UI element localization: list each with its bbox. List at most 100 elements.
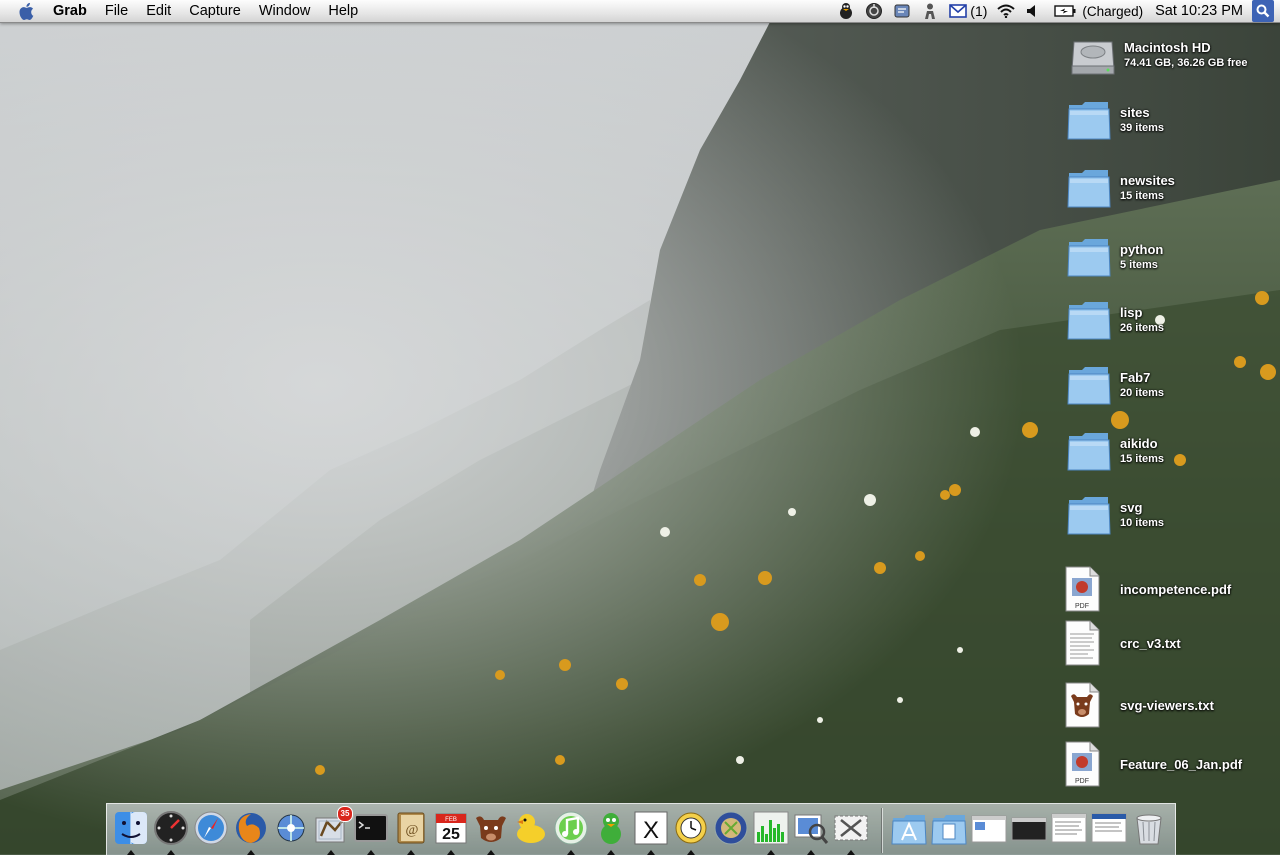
text-file-icon bbox=[1062, 620, 1108, 666]
hard-drive-icon bbox=[1070, 32, 1116, 78]
volume-icon[interactable] bbox=[1020, 0, 1044, 22]
firefox-icon[interactable] bbox=[233, 810, 269, 855]
svg-text:@: @ bbox=[406, 823, 419, 838]
folder-info: 26 items bbox=[1120, 322, 1165, 334]
menu-window[interactable]: Window bbox=[250, 0, 320, 22]
drive-name: Macintosh HD bbox=[1124, 40, 1211, 55]
desktop-folder-newsites[interactable]: newsites 15 items bbox=[1066, 165, 1175, 211]
mail-icon[interactable]: 35 bbox=[313, 806, 353, 855]
folder-name: svg bbox=[1120, 500, 1143, 515]
folder-info: 5 items bbox=[1120, 259, 1158, 271]
menu-bar: Grab File Edit Capture Window Help (1) (… bbox=[0, 0, 1280, 23]
activity-clock-icon[interactable] bbox=[673, 810, 709, 855]
activity-monitor-icon[interactable] bbox=[753, 810, 789, 855]
preview-icon[interactable] bbox=[793, 810, 829, 855]
applications-folder-icon[interactable] bbox=[891, 810, 927, 848]
menu-capture[interactable]: Capture bbox=[180, 0, 250, 22]
menu-clock[interactable]: Sat 10:23 PM bbox=[1155, 0, 1243, 22]
desktop-item-macintosh-hd[interactable]: Macintosh HD 74.41 GB, 36.26 GB free bbox=[1070, 32, 1248, 78]
desktop-file-crc-v3-txt[interactable]: crc_v3.txt bbox=[1062, 620, 1181, 666]
folder-info: 39 items bbox=[1120, 122, 1165, 134]
folder-name: newsites bbox=[1120, 173, 1175, 188]
user-accounts-menu-icon[interactable] bbox=[916, 0, 944, 22]
file-name: crc_v3.txt bbox=[1120, 635, 1181, 651]
folder-icon bbox=[1066, 234, 1112, 280]
folder-icon bbox=[1066, 428, 1112, 474]
menu-app-grab[interactable]: Grab bbox=[53, 0, 96, 22]
folder-name: aikido bbox=[1120, 436, 1158, 451]
folder-info: 10 items bbox=[1120, 517, 1165, 529]
file-name: svg-viewers.txt bbox=[1120, 697, 1214, 713]
menu-file[interactable]: File bbox=[96, 0, 137, 22]
desktop-folder-python[interactable]: python 5 items bbox=[1066, 234, 1163, 280]
mail-unread-count: (1) bbox=[970, 3, 988, 19]
safari-icon[interactable] bbox=[193, 810, 229, 848]
window-minimized-4[interactable] bbox=[1091, 810, 1127, 848]
terminal-icon[interactable] bbox=[353, 810, 389, 855]
adium-icon[interactable] bbox=[593, 810, 629, 855]
ical-month: FEB bbox=[445, 817, 457, 823]
dock: 35 @ FEB 25 X bbox=[106, 803, 1176, 855]
folder-icon bbox=[1066, 492, 1112, 538]
apple-menu-icon[interactable] bbox=[19, 1, 37, 21]
folder-info: 15 items bbox=[1120, 190, 1165, 202]
file-name: Feature_06_Jan.pdf bbox=[1120, 756, 1243, 772]
folder-info: 20 items bbox=[1120, 387, 1165, 399]
folder-name: sites bbox=[1120, 105, 1150, 120]
desktop-folder-fab7[interactable]: Fab7 20 items bbox=[1066, 362, 1164, 408]
x11-label: X bbox=[643, 817, 659, 844]
desktop-folder-aikido[interactable]: aikido 15 items bbox=[1066, 428, 1164, 474]
window-minimized-2[interactable] bbox=[1011, 810, 1047, 848]
bull-document-icon bbox=[1062, 682, 1108, 728]
drive-info: 74.41 GB, 36.26 GB free bbox=[1124, 57, 1248, 69]
file-name: incompetence.pdf bbox=[1120, 581, 1232, 597]
network-utility-icon[interactable] bbox=[273, 810, 309, 848]
battery-icon bbox=[1054, 5, 1076, 17]
desktop-folder-sites[interactable]: sites 39 items bbox=[1066, 97, 1164, 143]
address-book-icon[interactable]: @ bbox=[393, 810, 429, 855]
folder-name: Fab7 bbox=[1120, 370, 1151, 385]
wifi-icon[interactable] bbox=[992, 0, 1020, 22]
folder-info: 15 items bbox=[1120, 453, 1165, 465]
documents-folder-icon[interactable] bbox=[931, 810, 967, 848]
x11-icon[interactable]: X bbox=[633, 810, 669, 855]
sync-menu-icon[interactable] bbox=[860, 0, 888, 22]
folder-icon bbox=[1066, 362, 1112, 408]
battery-menu-extra[interactable]: (Charged) bbox=[1054, 0, 1143, 22]
adium-duck-menu-icon[interactable] bbox=[832, 0, 860, 22]
desktop-folder-lisp[interactable]: lisp 26 items bbox=[1066, 297, 1164, 343]
script-editor-icon[interactable] bbox=[713, 810, 749, 848]
trash-icon[interactable] bbox=[1131, 810, 1167, 848]
folder-name: python bbox=[1120, 242, 1164, 257]
ical-day: 25 bbox=[442, 826, 460, 843]
spotlight-search-icon[interactable] bbox=[1252, 0, 1274, 22]
mail-menu-extra[interactable]: (1) bbox=[944, 0, 992, 22]
desktop-file-svg-viewers-txt[interactable]: svg-viewers.txt bbox=[1062, 682, 1214, 728]
script-menu-icon[interactable] bbox=[888, 0, 916, 22]
folder-icon bbox=[1066, 97, 1112, 143]
ical-icon[interactable]: FEB 25 bbox=[433, 810, 469, 855]
desktop-folder-svg[interactable]: svg 10 items bbox=[1066, 492, 1164, 538]
desktop-file-feature-06-jan-pdf[interactable]: PDF Feature_06_Jan.pdf bbox=[1062, 741, 1242, 787]
mail-envelope-icon bbox=[949, 4, 968, 18]
finder-icon[interactable] bbox=[113, 810, 149, 855]
menu-edit[interactable]: Edit bbox=[137, 0, 180, 22]
window-minimized-3[interactable] bbox=[1051, 810, 1087, 848]
battery-status: (Charged) bbox=[1082, 3, 1144, 19]
folder-icon bbox=[1066, 165, 1112, 211]
mail-badge: 35 bbox=[337, 806, 353, 822]
bull-app-icon[interactable] bbox=[473, 810, 509, 855]
desktop-file-incompetence-pdf[interactable]: PDF incompetence.pdf bbox=[1062, 566, 1231, 612]
dock-separator bbox=[881, 808, 882, 853]
menu-help[interactable]: Help bbox=[319, 0, 367, 22]
cyberduck-icon[interactable] bbox=[513, 810, 549, 848]
pdf-icon: PDF bbox=[1062, 566, 1108, 612]
dashboard-icon[interactable] bbox=[153, 810, 189, 855]
window-minimized-1[interactable] bbox=[971, 810, 1007, 848]
pdf-badge-text: PDF bbox=[1075, 603, 1089, 610]
folder-name: lisp bbox=[1120, 305, 1143, 320]
folder-icon bbox=[1066, 297, 1112, 343]
itunes-icon[interactable] bbox=[553, 810, 589, 855]
grab-icon[interactable] bbox=[833, 810, 869, 855]
pdf-icon: PDF bbox=[1062, 741, 1108, 787]
